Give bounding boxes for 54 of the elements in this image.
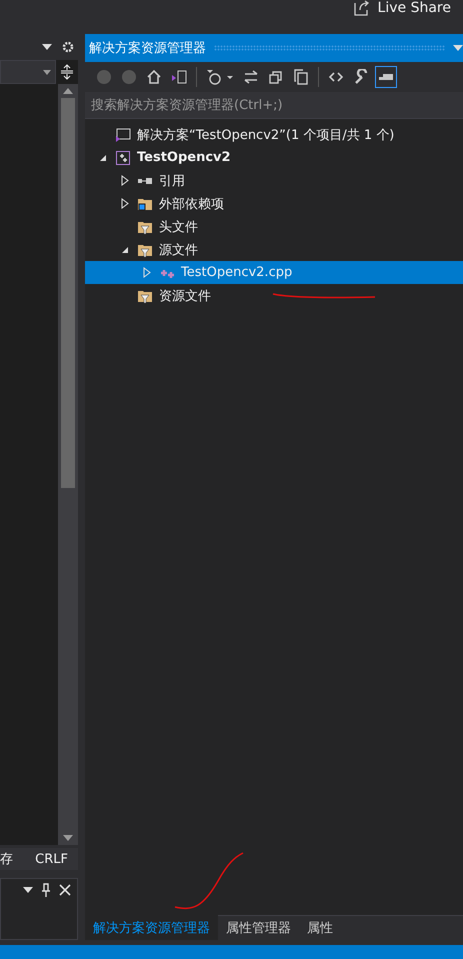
item-label: 解决方案“TestOpencv2”(1 个项目/共 1 个) [137,126,394,144]
dropdown-field[interactable] [0,60,56,84]
scroll-up-icon[interactable] [63,88,73,94]
pin-icon[interactable] [41,883,51,897]
settings-icon[interactable] [62,41,74,53]
preview-icon [379,74,393,80]
expanded-icon[interactable] [99,154,107,162]
collapsed-icon[interactable] [121,198,129,209]
status-text: 存 [0,851,13,868]
annotation-stroke [173,851,245,911]
project-icon [115,150,131,166]
tree-item[interactable]: 资源文件 [85,284,463,307]
panel-tab[interactable]: 属性管理器 [218,916,299,940]
tree-item[interactable]: TestOpencv2.cpp [85,261,463,284]
close-icon[interactable] [59,884,71,896]
solution-icon [115,126,131,142]
tree-item[interactable]: TestOpencv2 [85,146,463,169]
live-share-label[interactable]: Live Share [378,0,451,16]
home-icon [146,69,162,85]
arrows-icon [243,69,259,85]
item-label: 引用 [159,172,185,190]
search-field[interactable]: 搜索解决方案资源管理器(Ctrl+;) [85,92,463,119]
tree-item[interactable]: 源文件 [85,238,463,261]
collapsed-icon[interactable] [121,175,129,186]
item-label: 头文件 [159,218,198,236]
tree-item[interactable]: 解决方案“TestOpencv2”(1 个项目/共 1 个) [85,123,463,146]
share-icon[interactable] [354,0,370,16]
splitter-icon[interactable] [60,64,74,80]
status-text: CRLF [35,852,68,866]
item-label: TestOpencv2.cpp [181,265,292,280]
back-icon [96,69,112,85]
wrench-icon [353,69,369,85]
scroll-down-icon[interactable] [63,835,73,841]
panel-tab[interactable]: 解决方案资源管理器 [85,915,218,940]
scrollbar[interactable] [58,84,78,845]
tree-item[interactable]: 头文件 [85,215,463,238]
item-label: 外部依赖项 [159,196,224,212]
tree-item[interactable]: 外部依赖项 [85,192,463,215]
forward-icon [121,69,137,85]
caret-icon[interactable] [42,44,52,50]
caret-icon[interactable] [23,887,33,893]
expanded-icon[interactable] [121,246,129,254]
windows-icon [268,69,284,85]
item-label: 源文件 [159,242,198,258]
caret-icon [43,70,51,74]
pages-icon [293,69,309,85]
item-label: 资源文件 [159,288,211,304]
tree-item[interactable]: 引用 [85,169,463,192]
clock-icon [206,69,234,85]
toolbar-button[interactable] [375,66,397,88]
panel-tab[interactable]: 属性 [299,916,341,940]
document-icon [171,69,187,85]
panel-title: 解决方案资源管理器 [89,40,206,57]
item-label: TestOpencv2 [137,150,231,165]
